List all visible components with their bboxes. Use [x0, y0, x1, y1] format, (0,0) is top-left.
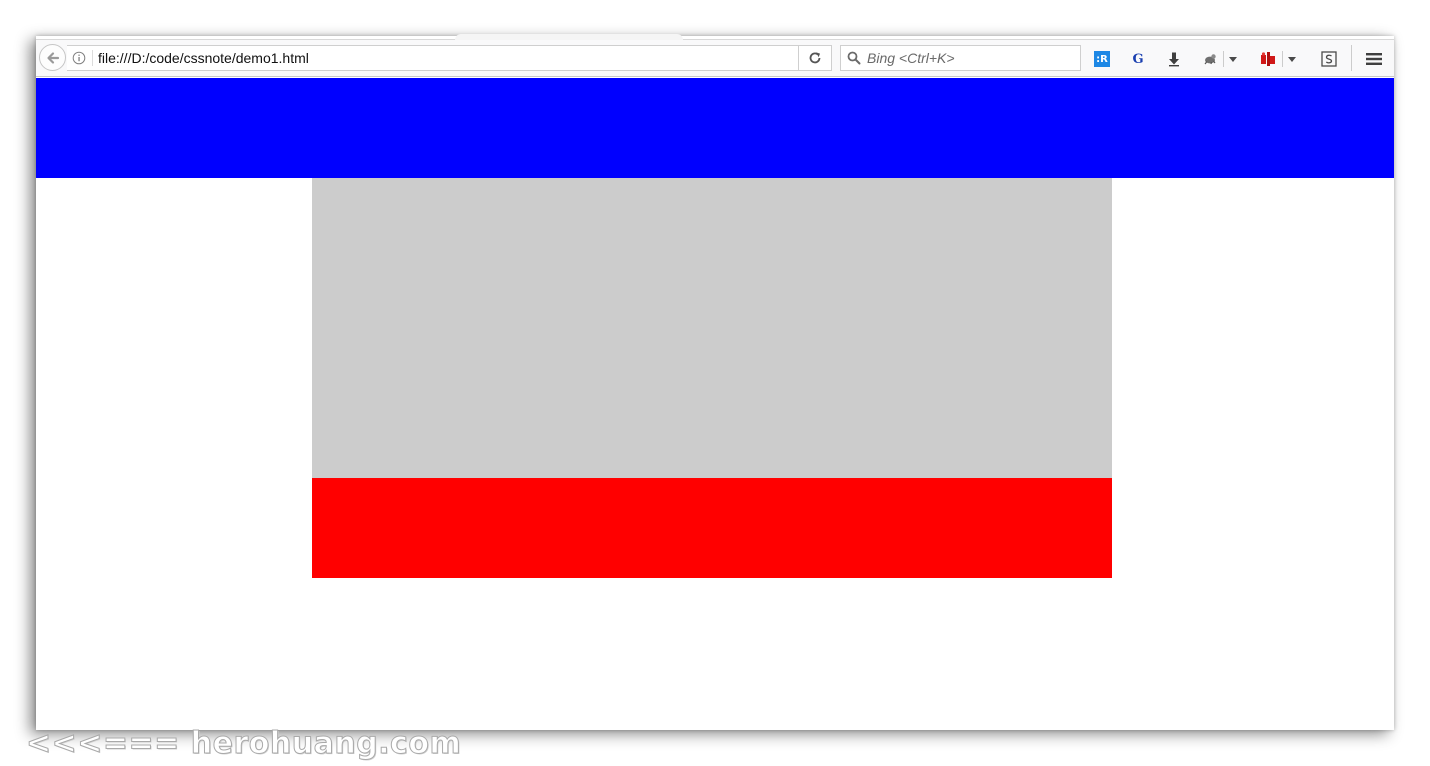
- footer-block: [312, 478, 1112, 578]
- hamburger-menu-icon: [1366, 53, 1382, 65]
- page-viewport: [36, 78, 1394, 730]
- download-icon: [1169, 52, 1179, 67]
- search-placeholder: Bing <Ctrl+K>: [867, 50, 955, 66]
- back-arrow-icon: [46, 51, 59, 64]
- toolbar-separator: [1351, 45, 1352, 71]
- back-button[interactable]: [39, 44, 66, 71]
- browser-window: file:///D:/code/cssnote/demo1.html Bing …: [36, 36, 1394, 730]
- url-divider: [92, 50, 93, 66]
- red-extension-dropdown-button[interactable]: [1285, 49, 1299, 69]
- reader-extension-icon: :R: [1094, 51, 1110, 67]
- download-button[interactable]: [1164, 49, 1184, 69]
- info-icon[interactable]: [72, 51, 86, 65]
- google-translate-icon: G: [1132, 51, 1144, 67]
- google-translate-button[interactable]: G: [1128, 49, 1148, 69]
- reader-extension-button[interactable]: :R: [1092, 49, 1112, 69]
- watermark-text: <<<=== herohuang.com: [25, 726, 462, 762]
- dropdown-arrow-icon: [1288, 56, 1296, 62]
- menu-button[interactable]: [1364, 49, 1384, 69]
- red-extension-button[interactable]: [1258, 49, 1278, 69]
- address-bar[interactable]: file:///D:/code/cssnote/demo1.html: [67, 45, 832, 71]
- header-block: [36, 78, 1394, 178]
- extension-button[interactable]: [1200, 49, 1220, 69]
- search-icon: [847, 51, 861, 65]
- red-extension-icon: [1261, 52, 1275, 66]
- screenshot-icon: [1321, 51, 1337, 67]
- content-block: [312, 178, 1112, 478]
- toolbar-separator: [1282, 51, 1283, 67]
- reader-extension-label: :R: [1096, 53, 1108, 65]
- extension-dropdown-button[interactable]: [1226, 49, 1240, 69]
- extension-icon: [1204, 54, 1216, 65]
- dropdown-arrow-icon: [1229, 56, 1237, 62]
- url-text[interactable]: file:///D:/code/cssnote/demo1.html: [98, 50, 309, 66]
- navigation-toolbar: file:///D:/code/cssnote/demo1.html Bing …: [36, 39, 1394, 77]
- active-tab-edge: [455, 34, 683, 40]
- screenshot-button[interactable]: [1319, 49, 1339, 69]
- search-bar[interactable]: Bing <Ctrl+K>: [840, 45, 1081, 71]
- toolbar-separator: [1223, 51, 1224, 67]
- reload-button[interactable]: [798, 45, 832, 71]
- reload-icon: [809, 52, 821, 64]
